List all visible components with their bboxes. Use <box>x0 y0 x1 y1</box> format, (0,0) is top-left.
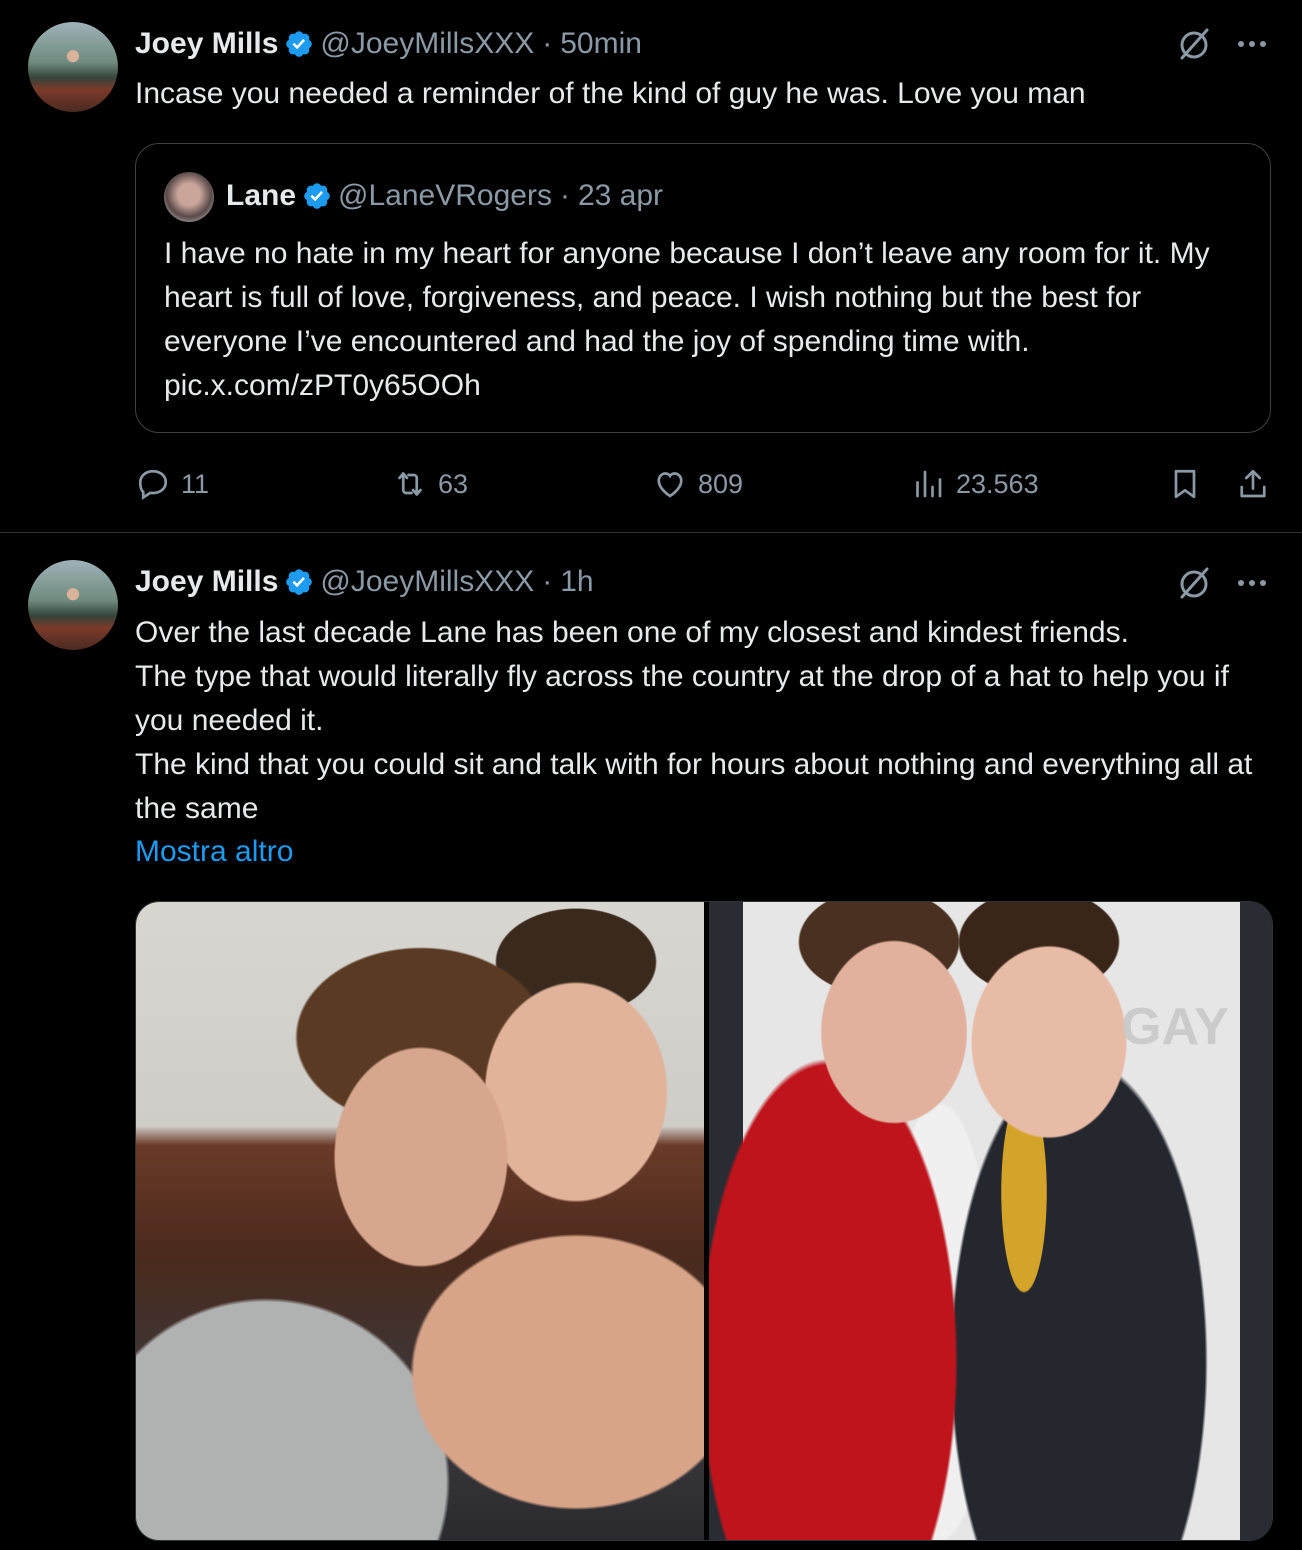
avatar[interactable] <box>28 22 118 112</box>
quoted-avatar <box>164 172 214 222</box>
quoted-author-handle: @LaneVRogers <box>338 179 552 212</box>
dot-separator: · <box>542 565 553 598</box>
verified-badge-icon <box>284 567 314 597</box>
share-icon <box>1240 469 1266 498</box>
share-button[interactable] <box>1235 466 1281 502</box>
tweet-2[interactable]: Joey Mills @JoeyMillsXXX · 1h Over the l… <box>0 533 1302 1550</box>
show-more-link[interactable]: Mostra altro <box>135 830 1275 874</box>
tweet-text: Incase you needed a reminder of the kind… <box>135 77 1086 110</box>
author-name[interactable]: Joey Mills <box>135 565 278 599</box>
avatar[interactable] <box>28 560 118 650</box>
heart-icon <box>657 472 683 498</box>
reply-icon <box>138 469 168 501</box>
quoted-header: Lane @LaneVRogers · 23 apr <box>226 174 663 218</box>
like-button[interactable]: 809 <box>652 466 743 502</box>
reply-button[interactable]: 11 <box>135 466 209 502</box>
tweet-1[interactable]: Joey Mills @JoeyMillsXXX · 50min Incase … <box>0 0 1302 533</box>
like-count: 809 <box>698 468 744 499</box>
quoted-tweet[interactable]: Lane @LaneVRogers · 23 apr I have no hat… <box>135 143 1271 433</box>
timestamp[interactable]: 50min <box>560 27 642 61</box>
grok-icon[interactable] <box>1174 563 1214 603</box>
author-handle[interactable]: @JoeyMillsXXX <box>320 27 534 61</box>
photo-2[interactable]: GAY <box>709 902 1272 1540</box>
photo-sign-text: GAY <box>1121 998 1229 1056</box>
repost-button[interactable]: 63 <box>392 466 468 502</box>
tweet-header: Joey Mills @JoeyMillsXXX · 1h <box>135 560 594 604</box>
photo-1[interactable] <box>136 902 704 1540</box>
tweet-header: Joey Mills @JoeyMillsXXX · 50min <box>135 22 642 66</box>
tweet-actions: 11 63 809 23.563 <box>0 466 1302 506</box>
dot-separator: · <box>542 27 553 60</box>
quoted-author-name: Lane <box>226 179 297 212</box>
bookmark-button[interactable] <box>1167 466 1213 502</box>
repost-count: 63 <box>438 468 469 499</box>
views-button[interactable]: 23.563 <box>910 466 1039 502</box>
quoted-text: I have no hate in my heart for anyone be… <box>164 237 1210 402</box>
dot-separator: · <box>559 179 570 212</box>
reply-count: 11 <box>181 468 210 499</box>
author-name[interactable]: Joey Mills <box>135 27 278 61</box>
timestamp[interactable]: 1h <box>560 565 593 599</box>
media-grid: GAY <box>135 901 1273 1541</box>
views-chart-icon <box>916 470 942 498</box>
repost-icon <box>398 472 422 496</box>
more-options-icon[interactable] <box>1232 563 1272 603</box>
quoted-timestamp: 23 apr <box>577 179 664 212</box>
view-count: 23.563 <box>956 468 1039 499</box>
verified-badge-icon <box>302 181 332 211</box>
more-options-icon[interactable] <box>1232 24 1272 64</box>
tweet-text: Over the last decade Lane has been one o… <box>135 616 1253 825</box>
verified-badge-icon <box>284 29 314 59</box>
author-handle[interactable]: @JoeyMillsXXX <box>320 565 534 599</box>
grok-icon[interactable] <box>1174 24 1214 64</box>
bookmark-icon <box>1174 469 1196 499</box>
